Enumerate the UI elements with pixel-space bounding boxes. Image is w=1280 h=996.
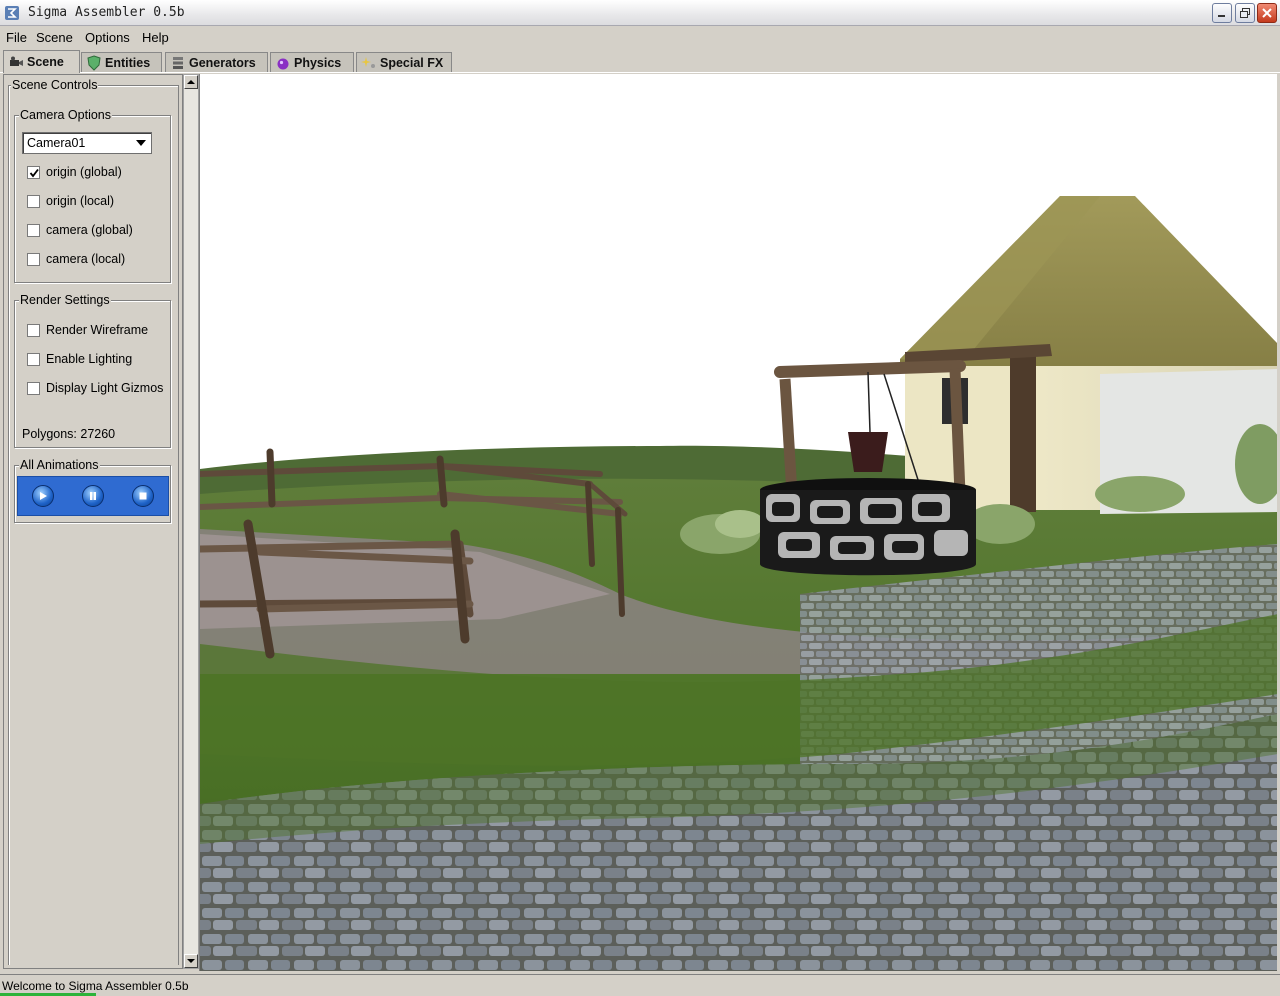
camera-icon xyxy=(10,56,23,66)
tab-scene-label: Scene xyxy=(27,55,64,69)
tab-entities-label: Entities xyxy=(105,55,151,70)
sparkle-icon xyxy=(361,56,375,68)
title-bar: Sigma Assembler 0.5b xyxy=(0,0,1280,26)
close-button[interactable] xyxy=(1257,3,1277,23)
checkbox-origin-global[interactable]: origin (global) xyxy=(27,165,122,179)
checkbox-box[interactable] xyxy=(27,252,40,266)
checkbox-box[interactable] xyxy=(27,194,40,208)
checkbox-enable-lighting[interactable]: Enable Lighting xyxy=(27,352,132,366)
checkbox-display-light-gizmos[interactable]: Display Light Gizmos xyxy=(27,381,163,395)
checkbox-box[interactable] xyxy=(27,323,40,337)
checkbox-box[interactable] xyxy=(27,352,40,366)
chevron-down-icon[interactable] xyxy=(133,135,149,151)
stop-icon xyxy=(139,492,147,500)
shield-icon xyxy=(87,54,101,71)
checkbox-box[interactable] xyxy=(27,223,40,237)
all-animations-title: All Animations xyxy=(19,458,100,472)
scene-controls-title: Scene Controls xyxy=(11,78,99,92)
scroll-down-button[interactable] xyxy=(184,954,198,968)
physics-ball-icon xyxy=(277,58,289,69)
checkbox-camera-local[interactable]: camera (local) xyxy=(27,252,125,266)
tab-physics[interactable]: Physics xyxy=(270,52,354,72)
arrow-down-icon xyxy=(187,959,195,963)
minimize-icon xyxy=(1218,15,1225,17)
play-icon xyxy=(40,492,47,500)
menu-file[interactable]: File xyxy=(6,30,27,45)
status-message: Welcome to Sigma Assembler 0.5b xyxy=(2,979,189,993)
polygon-count: Polygons: 27260 xyxy=(22,427,116,441)
checkbox-box[interactable] xyxy=(27,381,40,395)
pause-icon xyxy=(90,492,96,500)
checkbox-label: origin (global) xyxy=(46,165,122,179)
pause-button[interactable] xyxy=(82,485,104,507)
menu-bar: File Scene Options Help xyxy=(0,27,1280,49)
tab-strip: Scene Entities Generators Physics Specia… xyxy=(0,49,1280,73)
tab-generators[interactable]: Generators xyxy=(165,52,268,72)
checkmark-icon xyxy=(29,168,39,177)
tab-scene[interactable]: Scene xyxy=(3,50,80,73)
scene-controls-panel: Scene Controls Camera Options Camera01 o… xyxy=(3,74,183,969)
checkbox-label: camera (local) xyxy=(46,252,126,266)
sigma-app-icon xyxy=(5,6,19,20)
checkbox-render-wireframe[interactable]: Render Wireframe xyxy=(27,323,148,337)
checkbox-origin-local[interactable]: origin (local) xyxy=(27,194,114,208)
scene-viewport[interactable] xyxy=(199,74,1277,971)
window-title: Sigma Assembler 0.5b xyxy=(28,5,185,20)
menu-help[interactable]: Help xyxy=(142,30,169,45)
checkbox-label: camera (global) xyxy=(46,223,133,237)
tab-special-fx-label: Special FX xyxy=(380,55,444,70)
minimize-button[interactable] xyxy=(1212,3,1232,23)
checkbox-label: Render Wireframe xyxy=(46,323,149,337)
checkbox-box[interactable] xyxy=(27,165,40,179)
checkbox-label: Display Light Gizmos xyxy=(46,381,164,395)
tab-generators-label: Generators xyxy=(189,55,256,70)
menu-scene[interactable]: Scene xyxy=(36,30,73,45)
tab-entities[interactable]: Entities xyxy=(81,52,162,72)
checkbox-camera-global[interactable]: camera (global) xyxy=(27,223,133,237)
play-button[interactable] xyxy=(32,485,54,507)
restore-button[interactable] xyxy=(1235,3,1255,23)
animation-controls xyxy=(17,476,169,516)
render-settings-title: Render Settings xyxy=(19,293,111,307)
scroll-up-button[interactable] xyxy=(184,75,198,89)
camera-select-value: Camera01 xyxy=(27,136,86,150)
status-bar: Welcome to Sigma Assembler 0.5b xyxy=(0,974,1280,996)
tab-special-fx[interactable]: Special FX xyxy=(356,52,452,72)
close-icon xyxy=(1262,8,1272,18)
menu-options[interactable]: Options xyxy=(85,30,130,45)
stack-icon xyxy=(173,56,183,69)
camera-options-title: Camera Options xyxy=(19,108,113,122)
arrow-up-icon xyxy=(187,80,195,84)
stop-button[interactable] xyxy=(132,485,154,507)
restore-icon xyxy=(1240,8,1250,18)
camera-select[interactable]: Camera01 xyxy=(22,132,152,154)
checkbox-label: Enable Lighting xyxy=(46,352,133,366)
checkbox-label: origin (local) xyxy=(46,194,115,208)
tab-physics-label: Physics xyxy=(294,55,342,70)
panel-scrollbar[interactable] xyxy=(183,74,199,969)
